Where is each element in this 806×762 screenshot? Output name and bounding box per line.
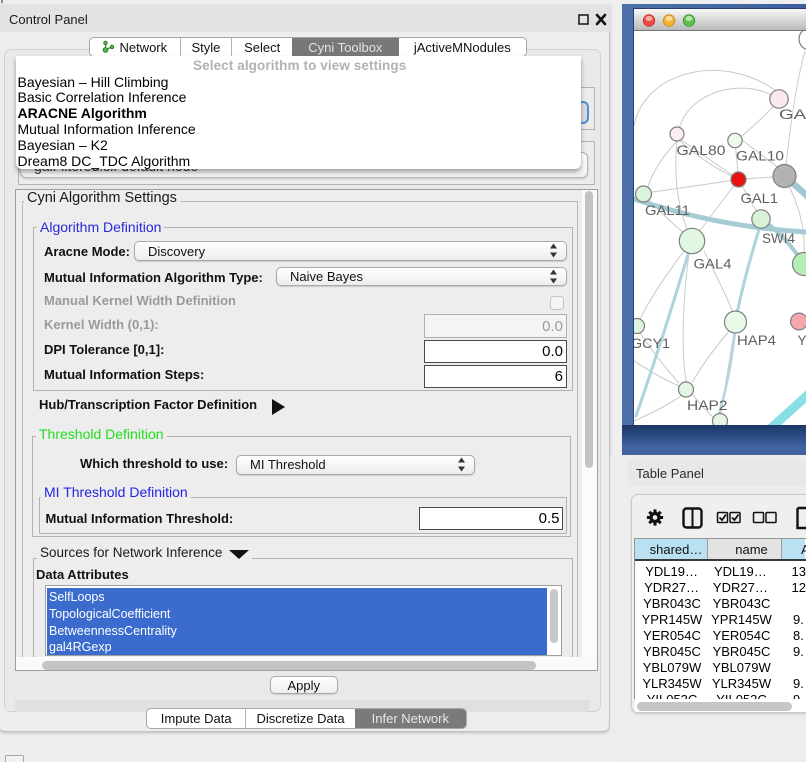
svg-text:Y: Y <box>798 333 806 348</box>
svg-text:GCY1: GCY1 <box>634 336 670 351</box>
svg-text:GAL4: GAL4 <box>694 257 733 272</box>
svg-text:GAL80: GAL80 <box>677 143 726 158</box>
svg-text:HAP4: HAP4 <box>737 333 777 348</box>
svg-text:GAL10: GAL10 <box>736 149 784 164</box>
svg-text:GAL1: GAL1 <box>741 191 779 206</box>
svg-text:GAL11: GAL11 <box>645 203 690 218</box>
svg-text:HAP2: HAP2 <box>687 398 728 413</box>
svg-text:GAL2: GAL2 <box>779 107 806 122</box>
svg-text:SWI4: SWI4 <box>762 231 795 246</box>
